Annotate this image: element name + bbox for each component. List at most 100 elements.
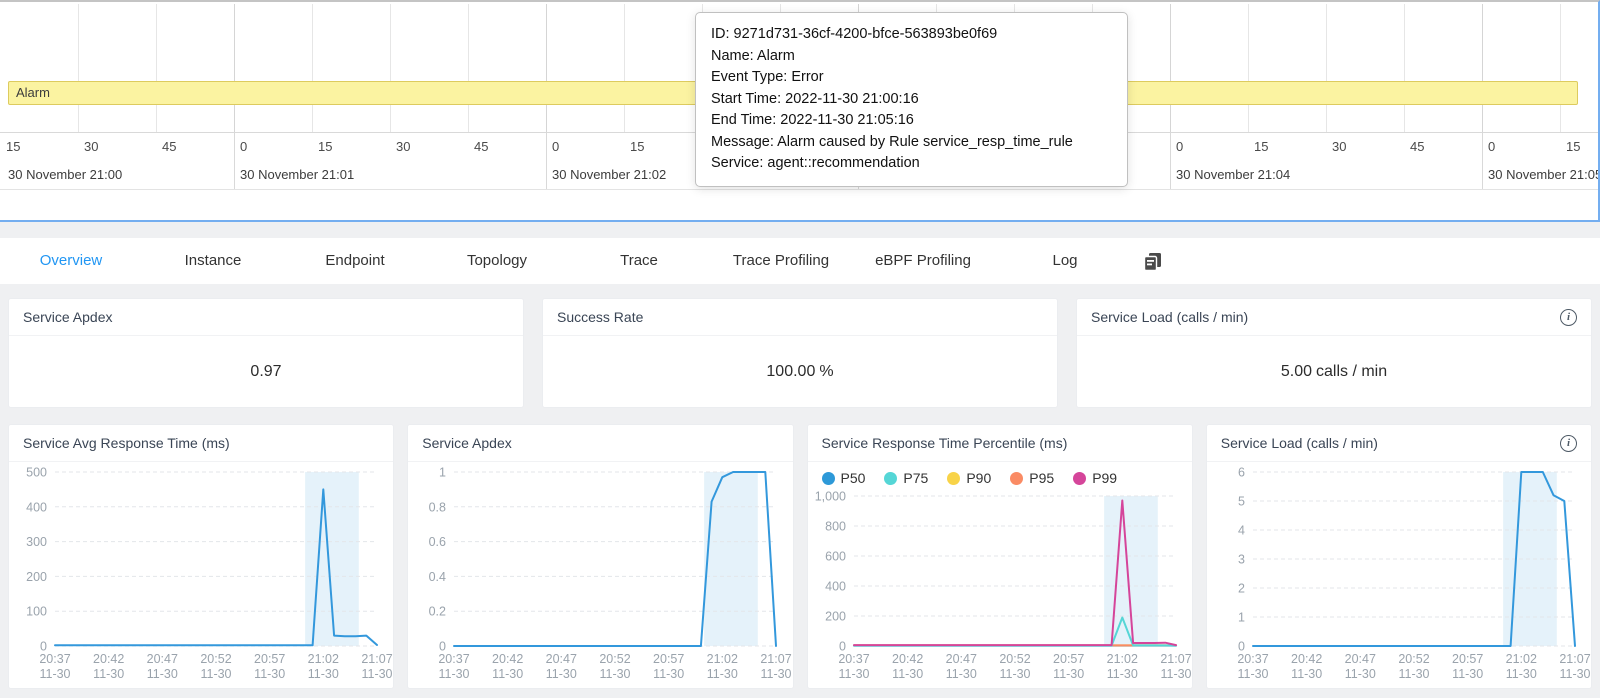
legend-item-p95[interactable]: P95: [1010, 470, 1054, 486]
svg-text:21:0211-30: 21:0211-30: [308, 652, 339, 681]
tick-label: 30: [84, 139, 98, 154]
chart-card-service-load: Service Load (calls / min) i 012345620:3…: [1206, 424, 1592, 689]
tick-label: 30: [396, 139, 410, 154]
metric-unit: %: [819, 363, 833, 381]
card-title: Service Apdex: [23, 309, 113, 325]
legend-label: P99: [1092, 470, 1117, 486]
legend-item-p75[interactable]: P75: [884, 470, 928, 486]
tab-log[interactable]: Log: [994, 238, 1136, 284]
legend-label: P90: [966, 470, 991, 486]
metric-value: 100.00: [766, 363, 815, 381]
tab-topology[interactable]: Topology: [426, 238, 568, 284]
tick-label: 15: [1254, 139, 1268, 154]
metric-card-service-apdex: Service Apdex 0.97: [8, 298, 524, 408]
info-icon[interactable]: i: [1560, 309, 1577, 326]
info-icon[interactable]: i: [1560, 435, 1577, 452]
svg-text:20:4211-30: 20:4211-30: [492, 652, 523, 681]
date-label: 30 November 21:02: [552, 167, 666, 182]
svg-text:20:3711-30: 20:3711-30: [838, 652, 869, 681]
tabs-container: OverviewInstanceEndpointTopologyTraceTra…: [0, 238, 1136, 284]
svg-text:20:5211-30: 20:5211-30: [600, 652, 631, 681]
svg-text:400: 400: [825, 580, 846, 594]
service-load-chart: 012345620:3711-3020:4211-3020:4711-3020:…: [1207, 462, 1591, 688]
svg-text:600: 600: [825, 550, 846, 564]
tick-label: 45: [162, 139, 176, 154]
tooltip-service: Service: agent::recommendation: [711, 153, 1112, 175]
svg-text:21:0711-30: 21:0711-30: [761, 652, 792, 681]
avg-response-time-chart: 010020030040050020:3711-3020:4211-3020:4…: [9, 462, 393, 688]
tab-overview[interactable]: Overview: [0, 238, 142, 284]
svg-text:20:4211-30: 20:4211-30: [1291, 652, 1322, 681]
grid-line: [234, 4, 235, 132]
svg-text:21:0211-30: 21:0211-30: [1106, 652, 1137, 681]
svg-text:21:0711-30: 21:0711-30: [361, 652, 392, 681]
tab-trace-profiling[interactable]: Trace Profiling: [710, 238, 852, 284]
card-title: Service Response Time Percentile (ms): [822, 435, 1068, 451]
date-label: 30 November 21:05: [1488, 167, 1600, 182]
metric-value: 5.00: [1281, 363, 1312, 381]
svg-text:21:0211-30: 21:0211-30: [707, 652, 738, 681]
svg-text:20:5711-30: 20:5711-30: [254, 652, 285, 681]
legend-dot: [1010, 472, 1023, 485]
svg-text:4: 4: [1238, 524, 1245, 538]
grid-line: [546, 4, 547, 132]
legend-label: P95: [1029, 470, 1054, 486]
tab-instance[interactable]: Instance: [142, 238, 284, 284]
tab-trace[interactable]: Trace: [568, 238, 710, 284]
tick-label: 45: [1410, 139, 1424, 154]
svg-text:5: 5: [1238, 495, 1245, 509]
svg-text:1: 1: [439, 466, 446, 480]
metric-unit: calls / min: [1316, 363, 1387, 381]
date-label: 30 November 21:04: [1176, 167, 1290, 182]
svg-text:20:5711-30: 20:5711-30: [653, 652, 684, 681]
response-time-percentile-chart: 02004006008001,00020:3711-3020:4211-3020…: [808, 486, 1192, 688]
tooltip-start-time: Start Time: 2022-11-30 21:00:16: [711, 89, 1112, 111]
tooltip-end-time: End Time: 2022-11-30 21:05:16: [711, 110, 1112, 132]
grid-line: [1326, 4, 1327, 132]
legend-item-p90[interactable]: P90: [947, 470, 991, 486]
svg-text:400: 400: [26, 500, 47, 514]
svg-text:20:4711-30: 20:4711-30: [147, 652, 178, 681]
card-title: Success Rate: [557, 309, 643, 325]
chart-cards-row: Service Avg Response Time (ms) 010020030…: [0, 424, 1600, 689]
metric-value: 0.97: [250, 363, 281, 381]
grid-line: [390, 4, 391, 132]
svg-text:20:4211-30: 20:4211-30: [892, 652, 923, 681]
legend-dot: [1073, 472, 1086, 485]
tick-label: 15: [6, 139, 20, 154]
svg-text:200: 200: [825, 610, 846, 624]
grid-line: [1404, 4, 1405, 132]
tick-label: 45: [474, 139, 488, 154]
legend-item-p99[interactable]: P99: [1073, 470, 1117, 486]
tab-ebpf-profiling[interactable]: eBPF Profiling: [852, 238, 994, 284]
tooltip-name: Name: Alarm: [711, 46, 1112, 68]
tick-label: 30: [1332, 139, 1346, 154]
svg-text:21:0211-30: 21:0211-30: [1505, 652, 1536, 681]
tick-label: 15: [630, 139, 644, 154]
svg-text:20:4711-30: 20:4711-30: [945, 652, 976, 681]
event-timeline[interactable]: Alarm 1530450153045015304501530450153045…: [0, 0, 1600, 222]
card-title: Service Avg Response Time (ms): [23, 435, 230, 451]
svg-text:1: 1: [1238, 611, 1245, 625]
svg-text:20:5711-30: 20:5711-30: [1452, 652, 1483, 681]
svg-text:21:0711-30: 21:0711-30: [1559, 652, 1590, 681]
svg-text:21:0711-30: 21:0711-30: [1160, 652, 1191, 681]
svg-text:20:3711-30: 20:3711-30: [439, 652, 470, 681]
svg-text:0.8: 0.8: [429, 500, 446, 514]
copy-icon-glyph: [1142, 251, 1163, 272]
chart-card-service-apdex: Service Apdex 00.20.40.60.8120:3711-3020…: [407, 424, 793, 689]
legend-dot: [822, 472, 835, 485]
tooltip-event-type: Event Type: Error: [711, 67, 1112, 89]
legend-item-p50[interactable]: P50: [822, 470, 866, 486]
legend-label: P75: [903, 470, 928, 486]
svg-text:20:4711-30: 20:4711-30: [1344, 652, 1375, 681]
grid-line: [1482, 4, 1483, 132]
svg-text:0.2: 0.2: [429, 605, 446, 619]
svg-text:300: 300: [26, 535, 47, 549]
date-label: 30 November 21:00: [8, 167, 122, 182]
chart-card-avg-response-time: Service Avg Response Time (ms) 010020030…: [8, 424, 394, 689]
card-title: Service Load (calls / min): [1221, 435, 1378, 451]
metric-card-service-load: Service Load (calls / min) i 5.00calls /…: [1076, 298, 1592, 408]
copy-icon[interactable]: [1140, 249, 1165, 274]
tab-endpoint[interactable]: Endpoint: [284, 238, 426, 284]
